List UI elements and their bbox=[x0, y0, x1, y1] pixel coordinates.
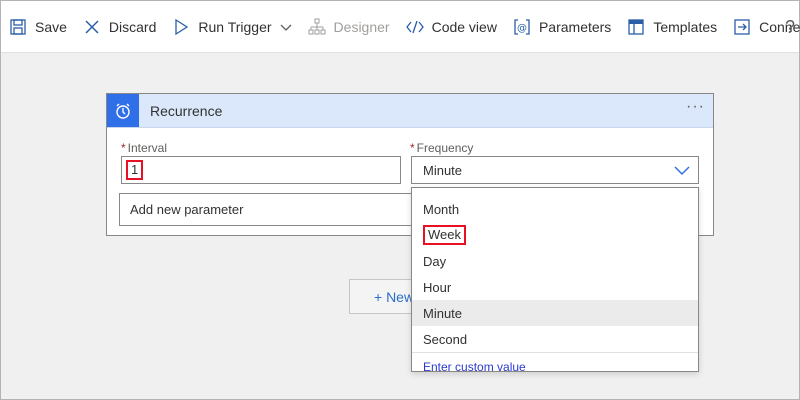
dropdown-option-second[interactable]: Second bbox=[412, 326, 698, 352]
alarm-clock-icon bbox=[107, 94, 139, 127]
code-view-label: Code view bbox=[431, 18, 497, 35]
toolbar: Save Discard Run Trigger Designer Code v… bbox=[1, 1, 800, 53]
code-icon bbox=[405, 18, 424, 36]
card-title: Recurrence bbox=[150, 102, 223, 119]
frequency-select[interactable]: Minute bbox=[411, 156, 699, 184]
code-view-button[interactable]: Code view bbox=[405, 1, 497, 53]
chevron-down-icon[interactable] bbox=[280, 21, 292, 33]
discard-button[interactable]: Discard bbox=[83, 1, 156, 53]
parameters-icon: @ bbox=[513, 18, 531, 36]
option-label: Hour bbox=[423, 279, 452, 295]
designer-label: Designer bbox=[333, 18, 390, 35]
option-label: Second bbox=[423, 331, 468, 347]
parameters-button[interactable]: @ Parameters bbox=[513, 1, 611, 53]
add-parameter-placeholder: Add new parameter bbox=[130, 202, 244, 217]
required-mark: * bbox=[121, 141, 126, 155]
help-icon[interactable]: ? bbox=[785, 17, 795, 38]
dropdown-option-minute[interactable]: Minute bbox=[412, 300, 698, 326]
dropdown-top-padding bbox=[412, 188, 698, 196]
interval-label: * Interval bbox=[121, 141, 167, 155]
option-label: Minute bbox=[423, 305, 463, 321]
save-label: Save bbox=[35, 18, 67, 35]
option-label: Day bbox=[423, 253, 447, 269]
hierarchy-icon bbox=[308, 18, 326, 36]
interval-label-text: Interval bbox=[127, 141, 168, 155]
interval-input[interactable]: 1 bbox=[121, 156, 401, 184]
option-label: Month bbox=[423, 201, 460, 217]
card-header[interactable]: Recurrence ··· bbox=[107, 94, 713, 128]
frequency-label-text: Frequency bbox=[416, 141, 474, 155]
more-options-icon[interactable]: ··· bbox=[686, 98, 705, 116]
close-icon bbox=[83, 18, 101, 36]
designer-button[interactable]: Designer bbox=[308, 1, 390, 53]
templates-label: Templates bbox=[653, 18, 718, 35]
enter-custom-value-link[interactable]: Enter custom value bbox=[412, 353, 698, 380]
option-label: Week bbox=[423, 225, 466, 245]
run-trigger-button[interactable]: Run Trigger bbox=[172, 1, 292, 53]
new-step-label: + New bbox=[374, 288, 415, 305]
required-mark: * bbox=[410, 141, 415, 155]
svg-text:@: @ bbox=[517, 23, 527, 34]
frequency-label: * Frequency bbox=[410, 141, 473, 155]
discard-label: Discard bbox=[108, 18, 157, 35]
frequency-dropdown: Month Week Day Hour Minute Second Enter … bbox=[411, 187, 699, 374]
interval-value: 1 bbox=[126, 160, 144, 180]
chevron-down-icon bbox=[674, 164, 690, 176]
run-trigger-label: Run Trigger bbox=[198, 18, 272, 35]
custom-label: Enter custom value bbox=[423, 359, 526, 374]
frequency-value: Minute bbox=[423, 162, 463, 178]
dropdown-option-month[interactable]: Month bbox=[412, 196, 698, 222]
play-icon bbox=[172, 18, 190, 36]
templates-button[interactable]: Templates bbox=[627, 1, 717, 53]
templates-icon bbox=[627, 18, 645, 36]
dropdown-option-week[interactable]: Week bbox=[412, 222, 698, 248]
dropdown-option-hour[interactable]: Hour bbox=[412, 274, 698, 300]
connectors-icon bbox=[733, 18, 751, 36]
dropdown-option-day[interactable]: Day bbox=[412, 248, 698, 274]
save-icon bbox=[9, 18, 27, 36]
parameters-label: Parameters bbox=[538, 18, 612, 35]
save-button[interactable]: Save bbox=[9, 1, 67, 53]
